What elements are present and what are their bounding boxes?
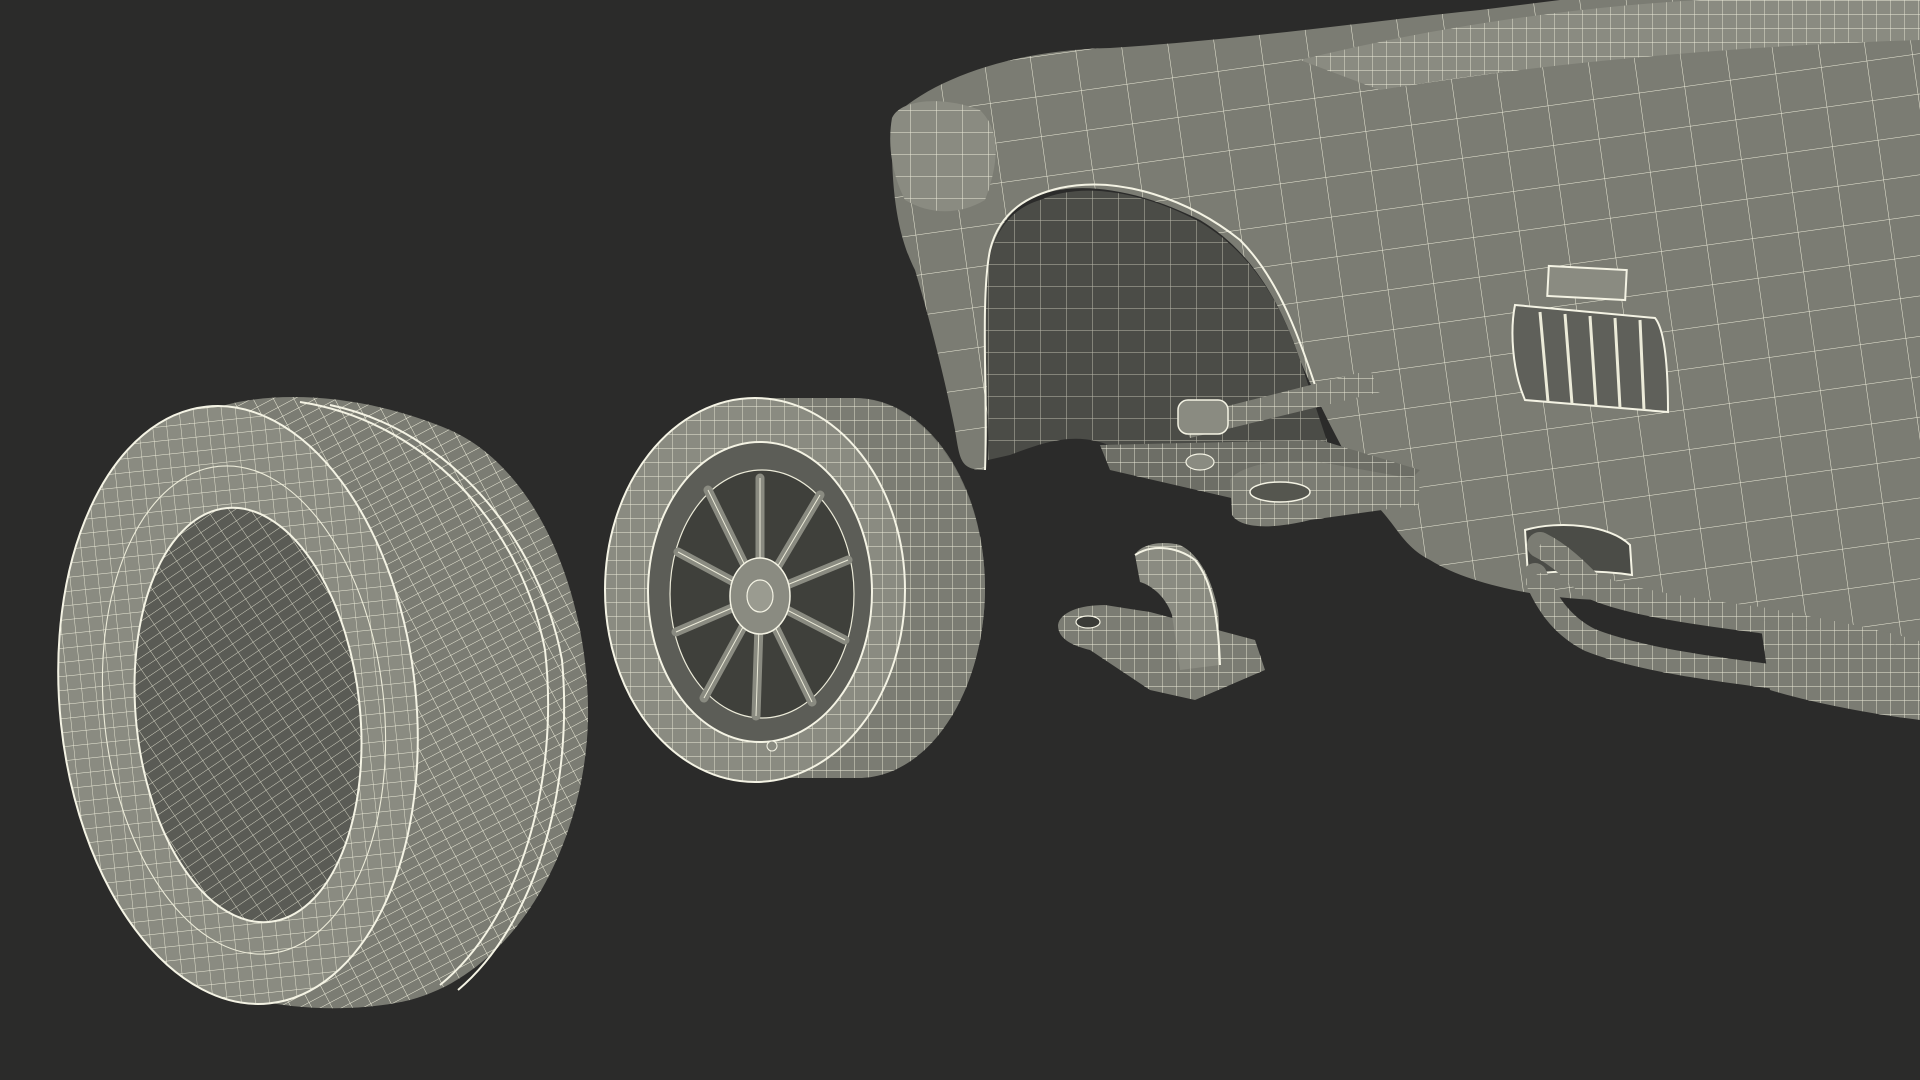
lower-joint <box>1185 453 1215 471</box>
side-emblem <box>1546 264 1628 302</box>
rim-hub-cap <box>746 579 774 613</box>
render-viewport <box>0 0 1920 1080</box>
headlight-bulge-wire <box>890 101 996 212</box>
wheel-rim <box>604 397 985 783</box>
side-vent <box>1511 303 1670 414</box>
bracket-hole <box>1075 615 1101 629</box>
wishbone-bushing <box>1249 481 1311 503</box>
upper-link-joint <box>1177 399 1229 435</box>
valve-stem <box>766 740 778 752</box>
